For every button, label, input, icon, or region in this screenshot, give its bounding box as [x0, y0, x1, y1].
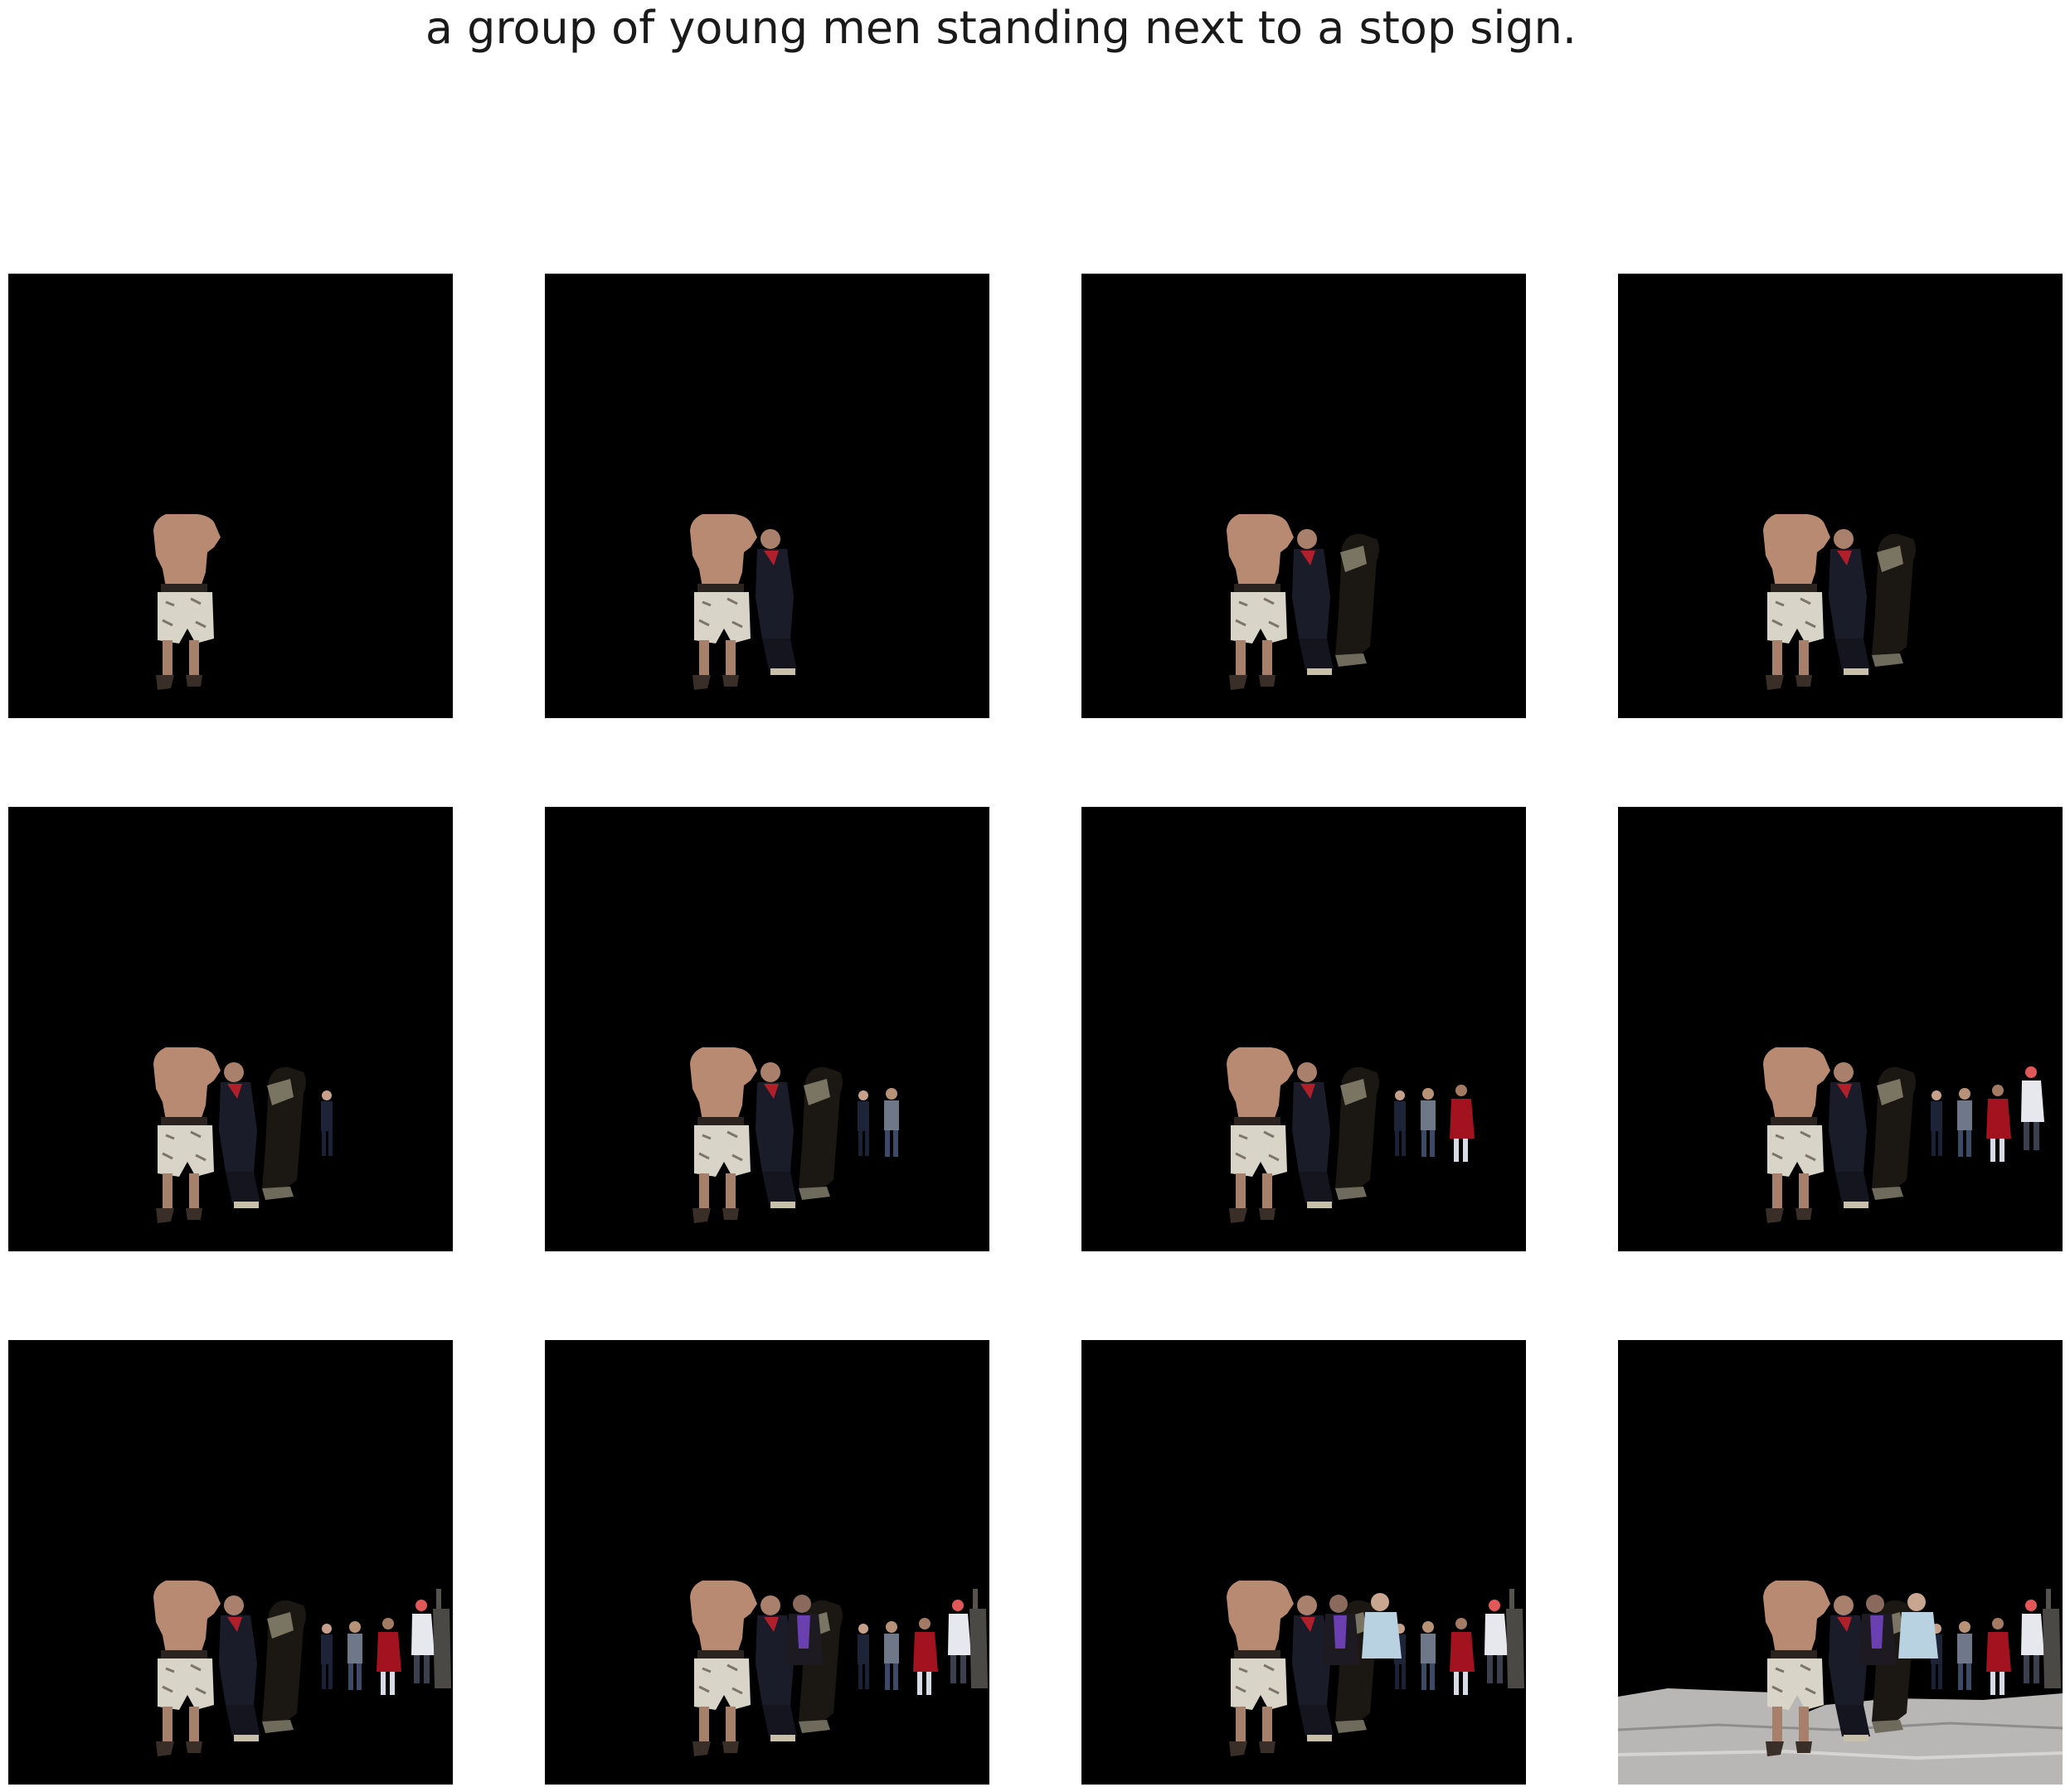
red-person-cutout [1450, 1085, 1475, 1162]
caption-title: a group of young men standing next to a … [425, 2, 1577, 54]
red-person-cutout [1986, 1085, 2011, 1162]
small-person-1-cutout [321, 1624, 333, 1689]
image-panel-4 [1618, 274, 2063, 718]
shirtless-man-cutout [1227, 514, 1294, 690]
image-panel-5 [8, 807, 453, 1251]
red-person-cutout [377, 1618, 401, 1695]
small-person-1-cutout [858, 1090, 869, 1156]
image-panel-6 [545, 807, 989, 1251]
seated-woman-cutout [1829, 1062, 1870, 1208]
panel-image-11 [1227, 1581, 1524, 1756]
shirtless-man-cutout [1763, 514, 1830, 690]
image-panel-12 [1618, 1340, 2063, 1785]
image-panel-8 [1618, 807, 2063, 1251]
white-person-cutout [2021, 1600, 2044, 1683]
small-person-2-cutout [1421, 1621, 1436, 1690]
red-person-cutout [1986, 1618, 2011, 1695]
small-person-2-cutout [884, 1621, 899, 1690]
panel-image-8 [1763, 1047, 2044, 1223]
seated-woman-cutout [1829, 529, 1870, 675]
dark-figure-cutout [1872, 1066, 1916, 1200]
panel-image-4 [1763, 514, 1916, 690]
white-person-cutout [1484, 1600, 1508, 1683]
dark-figure-cutout [262, 1600, 306, 1733]
panel-image-1 [153, 514, 221, 690]
shirtless-man-cutout [690, 1581, 757, 1756]
shirtless-man-cutout [1227, 1047, 1294, 1223]
red-person-cutout [1450, 1618, 1475, 1695]
small-person-2-cutout [1421, 1088, 1436, 1157]
small-person-1-cutout [1931, 1090, 1942, 1156]
shirtless-man-cutout [1227, 1581, 1294, 1756]
panel-image-5 [153, 1047, 333, 1223]
panel-image-2 [690, 514, 797, 690]
seated-woman-cutout [1292, 529, 1334, 675]
small-person-2-cutout [1957, 1088, 1972, 1157]
panel-image-9 [153, 1581, 451, 1756]
white-person-cutout [411, 1600, 435, 1683]
shirtless-man-cutout [153, 514, 221, 690]
image-panel-2 [545, 274, 989, 718]
shirtless-man-cutout [153, 1581, 221, 1756]
image-panel-1 [8, 274, 453, 718]
small-person-2-cutout [1957, 1621, 1972, 1690]
shirtless-man-cutout [153, 1047, 221, 1223]
white-person-cutout [948, 1600, 971, 1683]
dark-figure-cutout [1872, 533, 1916, 667]
shirtless-man-cutout [1763, 1047, 1830, 1223]
panel-image-7 [1227, 1047, 1475, 1223]
seated-woman-cutout [219, 1062, 260, 1208]
dark-figure-cutout [1335, 533, 1379, 667]
tall-figure-cutout [1506, 1589, 1524, 1688]
image-panel-7 [1081, 807, 1526, 1251]
seated-woman-cutout [756, 1062, 797, 1208]
white-person-cutout [2021, 1066, 2044, 1150]
dark-figure-cutout [1335, 1066, 1379, 1200]
shirtless-man-cutout [690, 514, 757, 690]
image-panel-10 [545, 1340, 989, 1785]
image-panel-3 [1081, 274, 1526, 718]
red-person-cutout [913, 1618, 938, 1695]
seated-woman-cutout [1292, 1062, 1334, 1208]
tall-figure-cutout [969, 1589, 988, 1688]
dark-figure-cutout [262, 1066, 306, 1200]
panel-image-12 [1618, 1581, 2063, 1785]
image-panel-11 [1081, 1340, 1526, 1785]
panel-image-6 [690, 1047, 899, 1223]
panel-image-10 [690, 1581, 988, 1756]
seated-woman-cutout [219, 1595, 260, 1741]
small-person-1-cutout [321, 1090, 333, 1156]
tall-figure-cutout [2043, 1589, 2061, 1688]
small-person-2-cutout [884, 1088, 899, 1157]
image-panel-9 [8, 1340, 453, 1785]
tall-figure-cutout [433, 1589, 451, 1688]
small-person-2-cutout [347, 1621, 362, 1690]
shirtless-man-cutout [690, 1047, 757, 1223]
small-person-1-cutout [1394, 1090, 1406, 1156]
dark-figure-cutout [799, 1066, 843, 1200]
seated-woman-cutout [756, 529, 797, 675]
panel-image-3 [1227, 514, 1379, 690]
small-person-1-cutout [858, 1624, 869, 1689]
